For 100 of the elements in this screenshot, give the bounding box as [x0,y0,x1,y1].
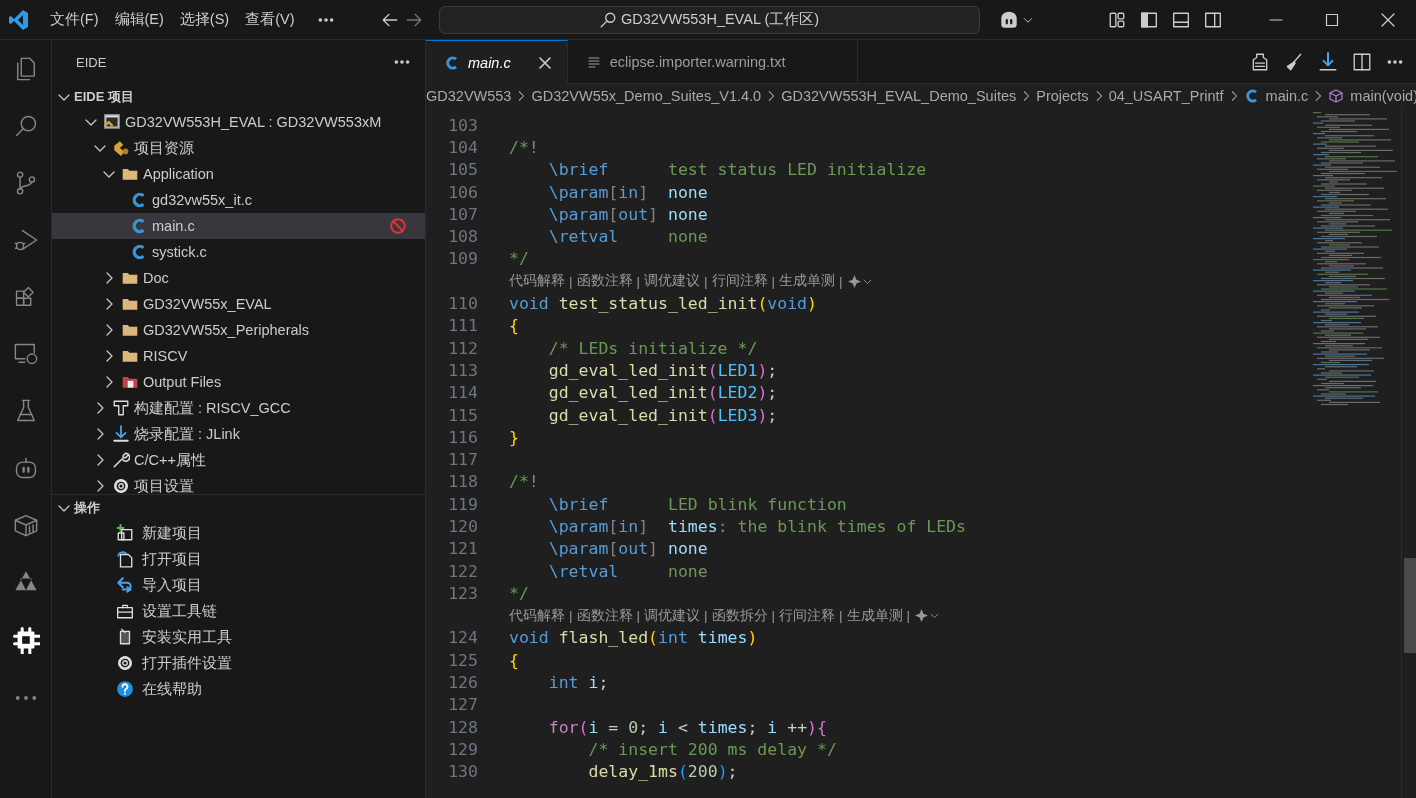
tree-item[interactable]: gd32vw55x_it.c [52,187,425,213]
codelens-link[interactable]: 函数拆分 [711,606,768,625]
code-line: { [509,316,519,336]
pipe-separator: | [906,608,911,624]
menu-item[interactable]: 选择(S) [171,6,238,33]
panel-bottom-icon[interactable] [1172,10,1190,29]
tree-item[interactable]: Output Files [52,369,425,395]
pipe-separator: | [569,273,573,289]
sidebar-left-icon[interactable] [1140,10,1158,29]
codelens-link[interactable]: 函数注释 [576,606,633,625]
editor-tab[interactable]: eclipse.importer.warning.txt [567,40,859,83]
panel-title: EIDE [76,54,107,70]
line-number: 112 [447,338,478,358]
action-item[interactable]: 打开插件设置 [52,650,425,676]
command-center[interactable]: GD32VW553H_EVAL (工作区) [438,5,980,34]
line-number: 124 [447,628,478,648]
tree-item[interactable]: GD32VW553H_EVAL : GD32VW553xM [52,109,425,135]
section-header[interactable]: 操作 [52,495,425,520]
tree-item[interactable]: 项目资源 [52,135,425,161]
sparkle-icon[interactable] [914,608,930,624]
codelens-link[interactable]: 调优建议 [644,272,701,291]
section-header[interactable]: EIDE 项目 [52,84,425,109]
code-line: void flash_led(int times) [509,628,758,648]
scrollbar-thumb[interactable] [1404,558,1416,653]
menu-item[interactable]: 文件(F) [42,6,107,33]
codelens-link[interactable]: 代码解释 [509,272,565,291]
building-icon[interactable] [1250,51,1270,72]
tree-item[interactable]: main.c [52,213,425,239]
breadcrumb-item[interactable]: GD32VW553H_EVAL_Demo_Suites [781,88,1017,104]
cube-icon[interactable] [12,512,39,538]
action-item[interactable]: 导入项目 [52,572,425,598]
monitor-icon[interactable] [12,341,39,367]
sparkle-icon[interactable] [846,273,862,289]
layout-grid-icon[interactable] [1108,10,1126,29]
pipe-separator: | [704,608,708,624]
code-line: \param[out] none [547,539,708,559]
pipe-separator: | [771,608,776,624]
line-number: 104 [447,137,478,157]
line-number: 113 [447,360,478,380]
pipe-separator: | [771,273,776,289]
breadcrumb-item[interactable]: Projects [1036,88,1089,104]
breadcrumb-item[interactable]: main.c [1243,88,1309,104]
codelens-link[interactable]: 调优建议 [644,606,701,625]
code-line: \retval none [547,561,708,581]
tree-item[interactable]: GD32VW55x_EVAL [52,291,425,317]
breadcrumb-item[interactable]: GD32VW55x_Demo_Suites_V1.4.0 [531,88,762,104]
tree-item[interactable]: GD32VW55x_Peripherals [52,317,425,343]
code-line: \param[in] none [547,182,708,202]
toolbox-icon [116,602,134,620]
codelens-link[interactable]: 生成单测 [779,272,836,291]
sidebar-right-icon[interactable] [1204,10,1222,29]
download-icon[interactable] [1318,51,1338,72]
code-line: \brief test status LED initialize [547,160,927,180]
gear-icon [112,477,130,494]
action-item[interactable]: 在线帮助 [52,676,425,702]
line-number: 130 [447,762,478,782]
maximize-icon[interactable] [1324,11,1340,28]
editor-tab[interactable]: main.c [426,40,568,84]
tree-item[interactable]: 烧录配置 : JLink [52,421,425,447]
action-item[interactable]: 安装实用工具 [52,624,425,650]
menu-item[interactable]: 编辑(E) [106,6,172,33]
tree-item[interactable]: C/C++属性 [52,447,425,473]
code-line: */ [509,583,529,603]
broom-icon[interactable] [1284,51,1304,72]
code-line: \param[in] times: the blink times of LEDs [547,517,966,536]
close-icon[interactable] [536,54,553,71]
tree-item[interactable]: RISCV [52,343,425,369]
codelens-link[interactable]: 生成单测 [846,606,903,625]
code-line: int i; [547,673,609,693]
codelens-link[interactable]: 行间注释 [711,272,768,291]
line-number: 129 [447,739,478,759]
code-line: */ [509,249,529,269]
menu-item[interactable]: 查看(V) [237,6,303,33]
line-number: 121 [447,539,478,559]
codelens-link[interactable]: 函数注释 [576,272,633,291]
breadcrumb-item[interactable]: 04_USART_Printf [1108,88,1224,104]
project-icon [103,113,121,131]
chip-icon[interactable] [11,626,40,654]
codelens-link[interactable]: 行间注释 [779,606,836,625]
action-item[interactable]: 打开项目 [52,546,425,572]
action-item[interactable]: 新建项目 [52,520,425,546]
breadcrumb-item[interactable]: GD32VW553 [426,88,512,104]
tree-item[interactable]: Doc [52,265,425,291]
line-number: 114 [447,383,478,403]
split-editor-icon[interactable] [1352,51,1372,72]
tree-item[interactable]: Application [52,161,425,187]
line-number: 117 [447,450,478,470]
close-icon[interactable] [1380,11,1396,28]
pipe-separator: | [636,608,641,624]
tree-item[interactable]: 构建配置 : RISCV_GCC [52,395,425,421]
import-arrows-icon [116,576,134,594]
tree-item[interactable]: 项目设置 [52,473,425,494]
hammer-icon [112,399,130,417]
c-file-icon [444,54,460,71]
line-number: 123 [447,583,478,603]
codelens-link[interactable]: 代码解释 [509,606,565,625]
code-line: gd_eval_led_init(LED1); [547,360,778,380]
code-line: for(i = 0; i < times; i ++){ [547,717,827,737]
tree-item[interactable]: systick.c [52,239,425,265]
action-item[interactable]: 设置工具链 [52,598,425,624]
